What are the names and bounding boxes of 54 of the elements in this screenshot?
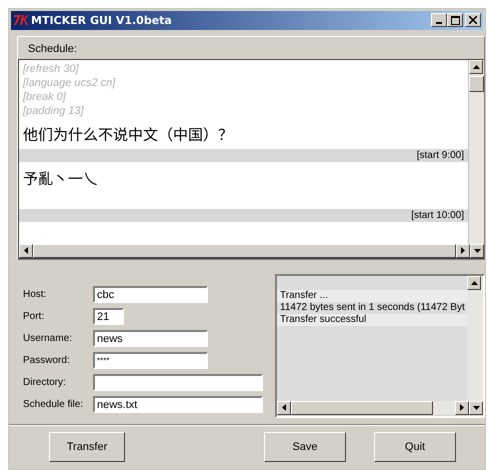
scroll-up-button[interactable] bbox=[467, 276, 481, 290]
scroll-up-button[interactable] bbox=[469, 60, 483, 74]
scroll-right-button[interactable] bbox=[456, 244, 470, 258]
input-field[interactable]: **** bbox=[93, 352, 208, 370]
schedule-label: Schedule: bbox=[27, 42, 78, 57]
scroll-down-button[interactable] bbox=[469, 400, 483, 415]
up-arrow-icon bbox=[472, 64, 480, 69]
scroll-thumb[interactable] bbox=[469, 76, 484, 92]
maximize-button[interactable] bbox=[447, 13, 463, 28]
scroll-left-button[interactable] bbox=[277, 400, 291, 415]
directive-line: [break 0] bbox=[23, 90, 67, 104]
maximize-icon bbox=[450, 16, 460, 25]
scroll-down-button[interactable] bbox=[470, 244, 484, 258]
input-field[interactable]: news.txt bbox=[93, 396, 263, 414]
horizontal-scrollbar[interactable] bbox=[277, 400, 483, 415]
close-button[interactable] bbox=[465, 13, 481, 28]
input-field[interactable]: 21 bbox=[93, 308, 124, 326]
field-label: Password: bbox=[23, 355, 71, 366]
right-arrow-icon bbox=[460, 404, 464, 412]
directive-line: [refresh 30] bbox=[23, 62, 80, 76]
text-line: 他们为什么不说中文（中国）？ bbox=[23, 124, 234, 146]
up-arrow-icon bbox=[470, 280, 478, 285]
action-button[interactable]: Quit bbox=[374, 432, 456, 462]
field-label: Host: bbox=[23, 289, 48, 300]
directive-line: [padding 13] bbox=[23, 104, 85, 118]
start-marker: [start 10:00] bbox=[19, 208, 468, 222]
app-logo-icon bbox=[13, 14, 29, 26]
window-title: MTICKER GUI V1.0beta bbox=[31, 14, 173, 27]
log-line: 11472 bytes sent in 1 seconds (11472 Byt bbox=[279, 302, 466, 314]
field-label: Directory: bbox=[23, 377, 67, 388]
vertical-scrollbar[interactable] bbox=[468, 60, 484, 244]
directive-line: [language ucs2 cn] bbox=[23, 76, 116, 90]
action-button[interactable]: Transfer bbox=[49, 432, 125, 462]
start-marker: [start 9:00] bbox=[19, 148, 468, 162]
right-arrow-icon bbox=[461, 247, 465, 254]
field-label: Port: bbox=[23, 311, 46, 322]
input-field[interactable] bbox=[93, 374, 263, 392]
field-label: Username: bbox=[23, 333, 73, 344]
close-icon bbox=[469, 16, 477, 24]
down-arrow-icon bbox=[472, 406, 480, 410]
input-field[interactable]: cbc bbox=[93, 286, 208, 304]
minimize-button[interactable] bbox=[431, 13, 447, 28]
schedule-editor[interactable]: [refresh 30] [language ucs2 cn] [break 0] [padding 13] 他们为什么不说中文（中国）？ [start 9:00] 予亂丶一乀 [start 10:00] bbox=[18, 58, 484, 259]
text-line: 予亂丶一乀 bbox=[23, 168, 100, 190]
action-button[interactable]: Save bbox=[264, 432, 346, 462]
scroll-left-button[interactable] bbox=[19, 244, 33, 258]
input-field[interactable]: news bbox=[93, 330, 208, 348]
left-arrow-icon bbox=[24, 247, 28, 254]
down-arrow-icon bbox=[474, 248, 480, 253]
scroll-thumb[interactable] bbox=[291, 400, 433, 415]
field-label: Schedule file: bbox=[23, 399, 84, 410]
left-arrow-icon bbox=[282, 404, 286, 412]
vertical-scrollbar[interactable] bbox=[467, 276, 483, 401]
scroll-right-button[interactable] bbox=[455, 400, 469, 415]
